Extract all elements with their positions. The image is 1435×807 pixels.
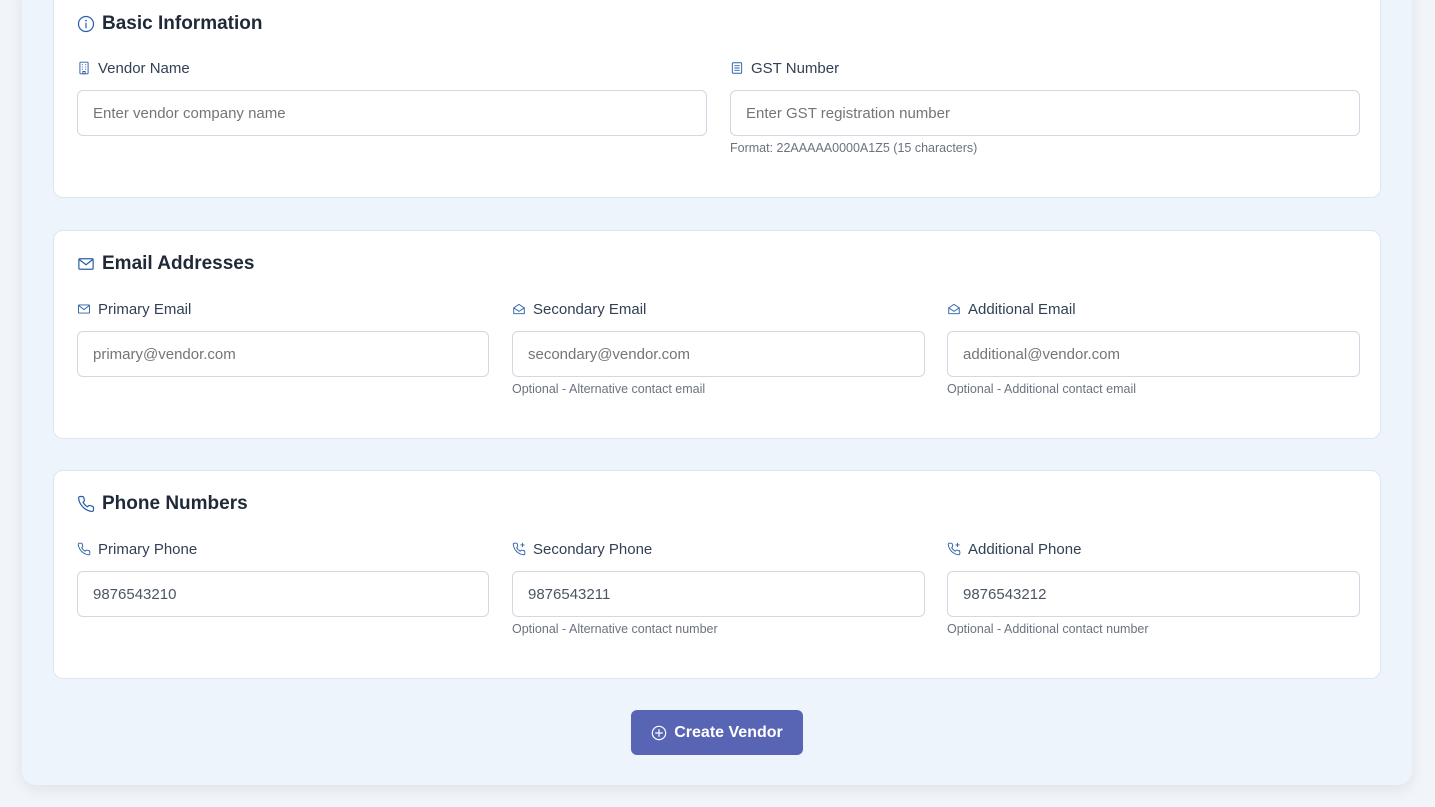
additional-email-label: Additional Email xyxy=(947,300,1360,318)
secondary-phone-hint: Optional - Alternative contact number xyxy=(512,622,718,636)
plus-circle-icon xyxy=(651,725,667,740)
secondary-email-label: Secondary Email xyxy=(512,300,925,318)
additional-phone-hint: Optional - Additional contact number xyxy=(947,622,1149,636)
gst-number-label: GST Number xyxy=(730,59,1360,77)
phone-icon xyxy=(77,495,95,513)
primary-phone-label: Primary Phone xyxy=(77,540,489,558)
mail-open-icon xyxy=(948,303,960,315)
additional-email-field: Additional Email Optional - Additional c… xyxy=(947,300,1360,396)
email-addresses-heading: Email Addresses xyxy=(77,253,254,275)
phone-numbers-heading: Phone Numbers xyxy=(77,493,248,515)
secondary-phone-input[interactable] xyxy=(512,571,925,617)
additional-phone-input[interactable] xyxy=(947,571,1360,617)
primary-email-input[interactable] xyxy=(77,331,489,377)
vendor-name-input[interactable] xyxy=(77,90,707,136)
vendor-name-label: Vendor Name xyxy=(77,59,707,77)
gst-format-hint: Format: 22AAAAA0000A1Z5 (15 characters) xyxy=(730,141,978,155)
building-icon xyxy=(79,61,89,75)
additional-email-input[interactable] xyxy=(947,331,1360,377)
secondary-phone-field: Secondary Phone Optional - Alternative c… xyxy=(512,540,925,636)
mail-icon xyxy=(78,258,94,270)
create-vendor-label: Create Vendor xyxy=(674,723,783,741)
secondary-email-field: Secondary Email Optional - Alternative c… xyxy=(512,300,925,396)
secondary-email-hint: Optional - Alternative contact email xyxy=(512,382,706,396)
info-icon xyxy=(77,15,95,33)
mail-icon xyxy=(77,304,91,314)
document-icon xyxy=(731,62,743,74)
phone-forward-icon xyxy=(512,542,526,556)
gst-number-field: GST Number Format: 22AAAAA0000A1Z5 (15 c… xyxy=(730,59,1360,155)
secondary-phone-label: Secondary Phone xyxy=(512,540,925,558)
additional-phone-label: Additional Phone xyxy=(947,540,1360,558)
mail-open-icon xyxy=(513,303,525,315)
email-addresses-card: Email Addresses Primary Email Secondary … xyxy=(53,230,1381,439)
vendor-form-panel: Basic Information Vendor Name GST Number… xyxy=(22,0,1412,785)
gst-number-input[interactable] xyxy=(730,90,1360,136)
section-title: Phone Numbers xyxy=(102,493,248,514)
primary-phone-field: Primary Phone xyxy=(77,540,489,617)
create-vendor-button[interactable]: Create Vendor xyxy=(631,710,803,755)
phone-icon xyxy=(77,542,91,556)
additional-phone-field: Additional Phone Optional - Additional c… xyxy=(947,540,1360,636)
phone-numbers-card: Phone Numbers Primary Phone Secondary Ph… xyxy=(53,470,1381,679)
primary-email-label: Primary Email xyxy=(77,300,489,318)
basic-information-card: Basic Information Vendor Name GST Number… xyxy=(53,0,1381,198)
vendor-name-field: Vendor Name xyxy=(77,59,707,136)
primary-email-field: Primary Email xyxy=(77,300,489,377)
secondary-email-input[interactable] xyxy=(512,331,925,377)
additional-email-hint: Optional - Additional contact email xyxy=(947,382,1136,396)
primary-phone-input[interactable] xyxy=(77,571,489,617)
section-title: Email Addresses xyxy=(102,253,255,274)
basic-information-heading: Basic Information xyxy=(77,13,262,35)
section-title: Basic Information xyxy=(102,13,263,34)
phone-forward-icon xyxy=(947,542,961,556)
